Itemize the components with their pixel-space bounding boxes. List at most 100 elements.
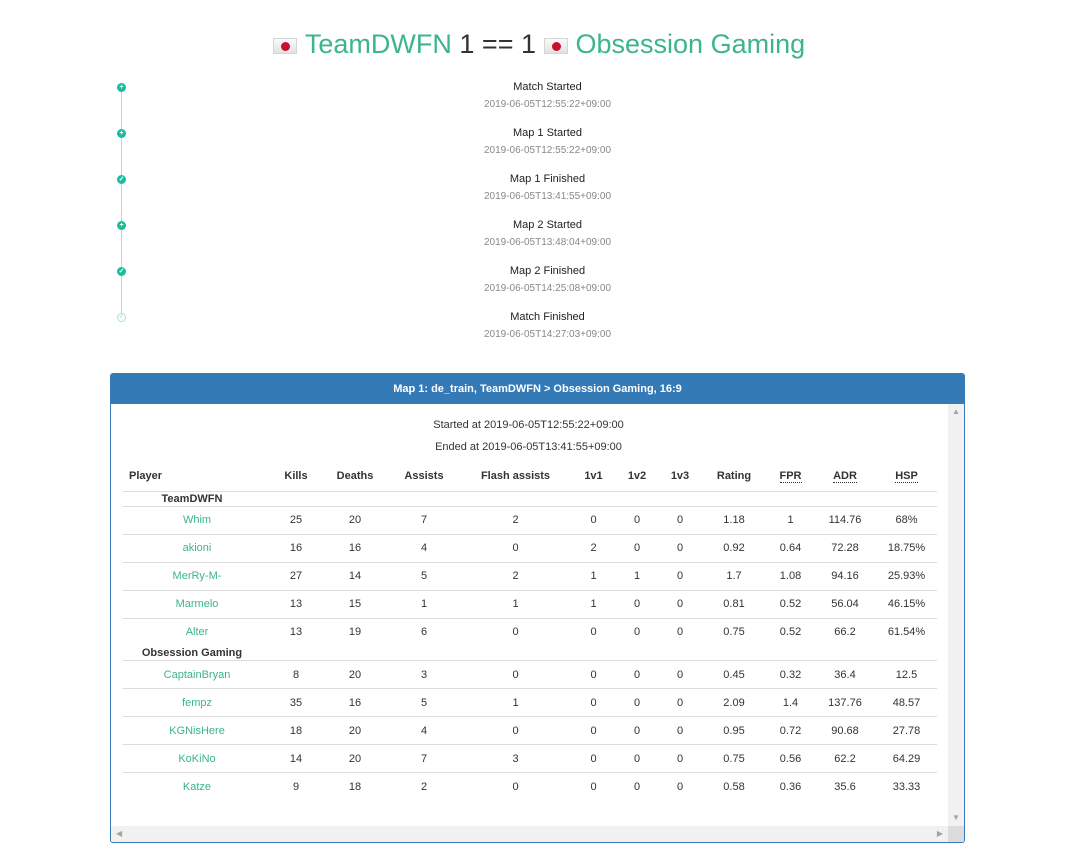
stat-1v2-cell: 0: [615, 505, 659, 534]
column-header-hsp[interactable]: HSP: [876, 462, 937, 492]
stat-hsp-cell: 46.15%: [876, 589, 937, 618]
stat-fpr-cell: 1.08: [767, 561, 814, 590]
match-score: 1 == 1: [459, 29, 536, 59]
timeline-time: 2019-06-05T14:25:08+09:00: [483, 283, 612, 294]
table-row: Marmelo 13 15 1 1 1 0 0 0.81 0.52 56.04 46.15%: [123, 589, 937, 618]
column-header-adr[interactable]: ADR: [814, 462, 876, 492]
scroll-left-arrow-icon[interactable]: ◀: [116, 830, 122, 838]
stat-1v1-cell: 0: [572, 744, 615, 773]
stat-rating-cell: 0.45: [701, 660, 767, 689]
stat-adr-cell: 36.4: [814, 660, 876, 689]
scroll-down-arrow-icon[interactable]: ▼: [952, 814, 960, 822]
stat-hsp-cell: 64.29: [876, 744, 937, 773]
player-stats-table: Player Kills Deaths Assists Flash assist…: [123, 462, 937, 801]
player-cell: Alter: [123, 617, 271, 646]
stat-1v3-cell: 0: [659, 561, 701, 590]
stat-kills-cell: 9: [271, 772, 321, 801]
stat-rating-cell: 0.75: [701, 617, 767, 646]
match-timeline: + Match Started 2019-06-05T12:55:22+09:0…: [110, 76, 965, 346]
stat-1v2-cell: 0: [615, 744, 659, 773]
timeline-time: 2019-06-05T12:55:22+09:00: [483, 145, 612, 156]
stat-deaths-cell: 16: [321, 688, 389, 717]
stat-assists-cell: 7: [389, 505, 459, 534]
player-cell: akioni: [123, 533, 271, 562]
vertical-scrollbar[interactable]: ▲ ▼: [948, 404, 964, 826]
player-link[interactable]: KGNisHere: [169, 725, 225, 737]
stat-1v1-cell: 1: [572, 589, 615, 618]
stat-rating-cell: 1.18: [701, 505, 767, 534]
fpr-abbr[interactable]: FPR: [779, 470, 802, 484]
stat-rating-cell: 0.95: [701, 716, 767, 745]
column-header-kills: Kills: [271, 462, 321, 492]
player-link[interactable]: Marmelo: [176, 598, 219, 610]
table-row: Katze 9 18 2 0 0 0 0 0.58 0.36 35.6 33.33: [123, 772, 937, 801]
stat-rating-cell: 0.81: [701, 589, 767, 618]
stat-fpr-cell: 0.36: [767, 772, 814, 801]
stat-fpr-cell: 0.56: [767, 744, 814, 773]
player-link[interactable]: MerRy-M-: [173, 570, 222, 582]
stat-assists-cell: 4: [389, 716, 459, 745]
map-panel: Map 1: de_train, TeamDWFN > Obsession Ga…: [110, 373, 965, 843]
column-header-fpr[interactable]: FPR: [767, 462, 814, 492]
stat-adr-cell: 90.68: [814, 716, 876, 745]
hsp-abbr[interactable]: HSP: [895, 470, 918, 484]
stat-kills-cell: 13: [271, 617, 321, 646]
scrollbar-corner: [948, 826, 964, 842]
scroll-right-arrow-icon[interactable]: ▶: [937, 830, 943, 838]
table-row: KoKiNo 14 20 7 3 0 0 0 0.75 0.56 62.2 64.29: [123, 744, 937, 773]
horizontal-scrollbar[interactable]: ◀ ▶: [111, 826, 948, 842]
player-link[interactable]: Whim: [183, 514, 211, 526]
column-header-assists: Assists: [389, 462, 459, 492]
player-link[interactable]: CaptainBryan: [164, 669, 231, 681]
stat-kills-cell: 25: [271, 505, 321, 534]
stat-1v3-cell: 0: [659, 688, 701, 717]
stat-1v3-cell: 0: [659, 589, 701, 618]
player-link[interactable]: KoKiNo: [178, 753, 215, 765]
team2-name[interactable]: Obsession Gaming: [576, 29, 806, 59]
team-name-label: TeamDWFN: [161, 492, 223, 505]
stat-adr-cell: 62.2: [814, 744, 876, 773]
table-row: fempz 35 16 5 1 0 0 0 2.09 1.4 137.76 48.57: [123, 688, 937, 717]
stat-1v2-cell: 0: [615, 716, 659, 745]
column-header-1v1: 1v1: [572, 462, 615, 492]
map-panel-title: Map 1: de_train, TeamDWFN > Obsession Ga…: [111, 374, 964, 404]
timeline-title: Match Finished: [510, 311, 585, 323]
stat-fpr-cell: 0.52: [767, 617, 814, 646]
stat-kills-cell: 13: [271, 589, 321, 618]
scroll-up-arrow-icon[interactable]: ▲: [952, 408, 960, 416]
player-link[interactable]: Katze: [183, 781, 211, 793]
stat-1v2-cell: 0: [615, 772, 659, 801]
stat-adr-cell: 137.76: [814, 688, 876, 717]
stat-flash-assists-cell: 0: [459, 533, 572, 562]
player-link[interactable]: akioni: [183, 542, 212, 554]
stat-hsp-cell: 12.5: [876, 660, 937, 689]
stat-fpr-cell: 1.4: [767, 688, 814, 717]
stat-hsp-cell: 27.78: [876, 716, 937, 745]
timeline-title: Match Started: [513, 81, 582, 93]
stat-1v3-cell: 0: [659, 505, 701, 534]
stat-rating-cell: 0.75: [701, 744, 767, 773]
player-link[interactable]: fempz: [182, 697, 212, 709]
team1-name[interactable]: TeamDWFN: [305, 29, 452, 59]
timeline-item: + Map 2 Started 2019-06-05T13:48:04+09:0…: [110, 214, 965, 260]
timeline-time: 2019-06-05T13:48:04+09:00: [483, 237, 612, 248]
stat-flash-assists-cell: 1: [459, 688, 572, 717]
japan-flag-icon: [272, 38, 297, 54]
player-link[interactable]: Alter: [186, 626, 209, 638]
stat-assists-cell: 1: [389, 589, 459, 618]
adr-abbr[interactable]: ADR: [833, 470, 857, 484]
stat-1v3-cell: 0: [659, 660, 701, 689]
map-ended-text: Ended at 2019-06-05T13:41:55+09:00: [435, 441, 622, 453]
table-row: Whim 25 20 7 2 0 0 0 1.18 1 114.76 68%: [123, 505, 937, 534]
player-cell: fempz: [123, 688, 271, 717]
stat-adr-cell: 114.76: [814, 505, 876, 534]
stat-flash-assists-cell: 1: [459, 589, 572, 618]
stats-body: TeamDWFN Whim 25 20 7 2 0 0 0 1.18 1 114.76 68% akion…: [123, 491, 937, 801]
table-row: KGNisHere 18 20 4 0 0 0 0 0.95 0.72 90.68 27.78: [123, 716, 937, 745]
stat-1v3-cell: 0: [659, 772, 701, 801]
stat-1v3-cell: 0: [659, 617, 701, 646]
team-header-cell: Obsession Gaming: [123, 646, 937, 661]
stat-1v3-cell: 0: [659, 716, 701, 745]
stat-hsp-cell: 33.33: [876, 772, 937, 801]
column-header-deaths: Deaths: [321, 462, 389, 492]
